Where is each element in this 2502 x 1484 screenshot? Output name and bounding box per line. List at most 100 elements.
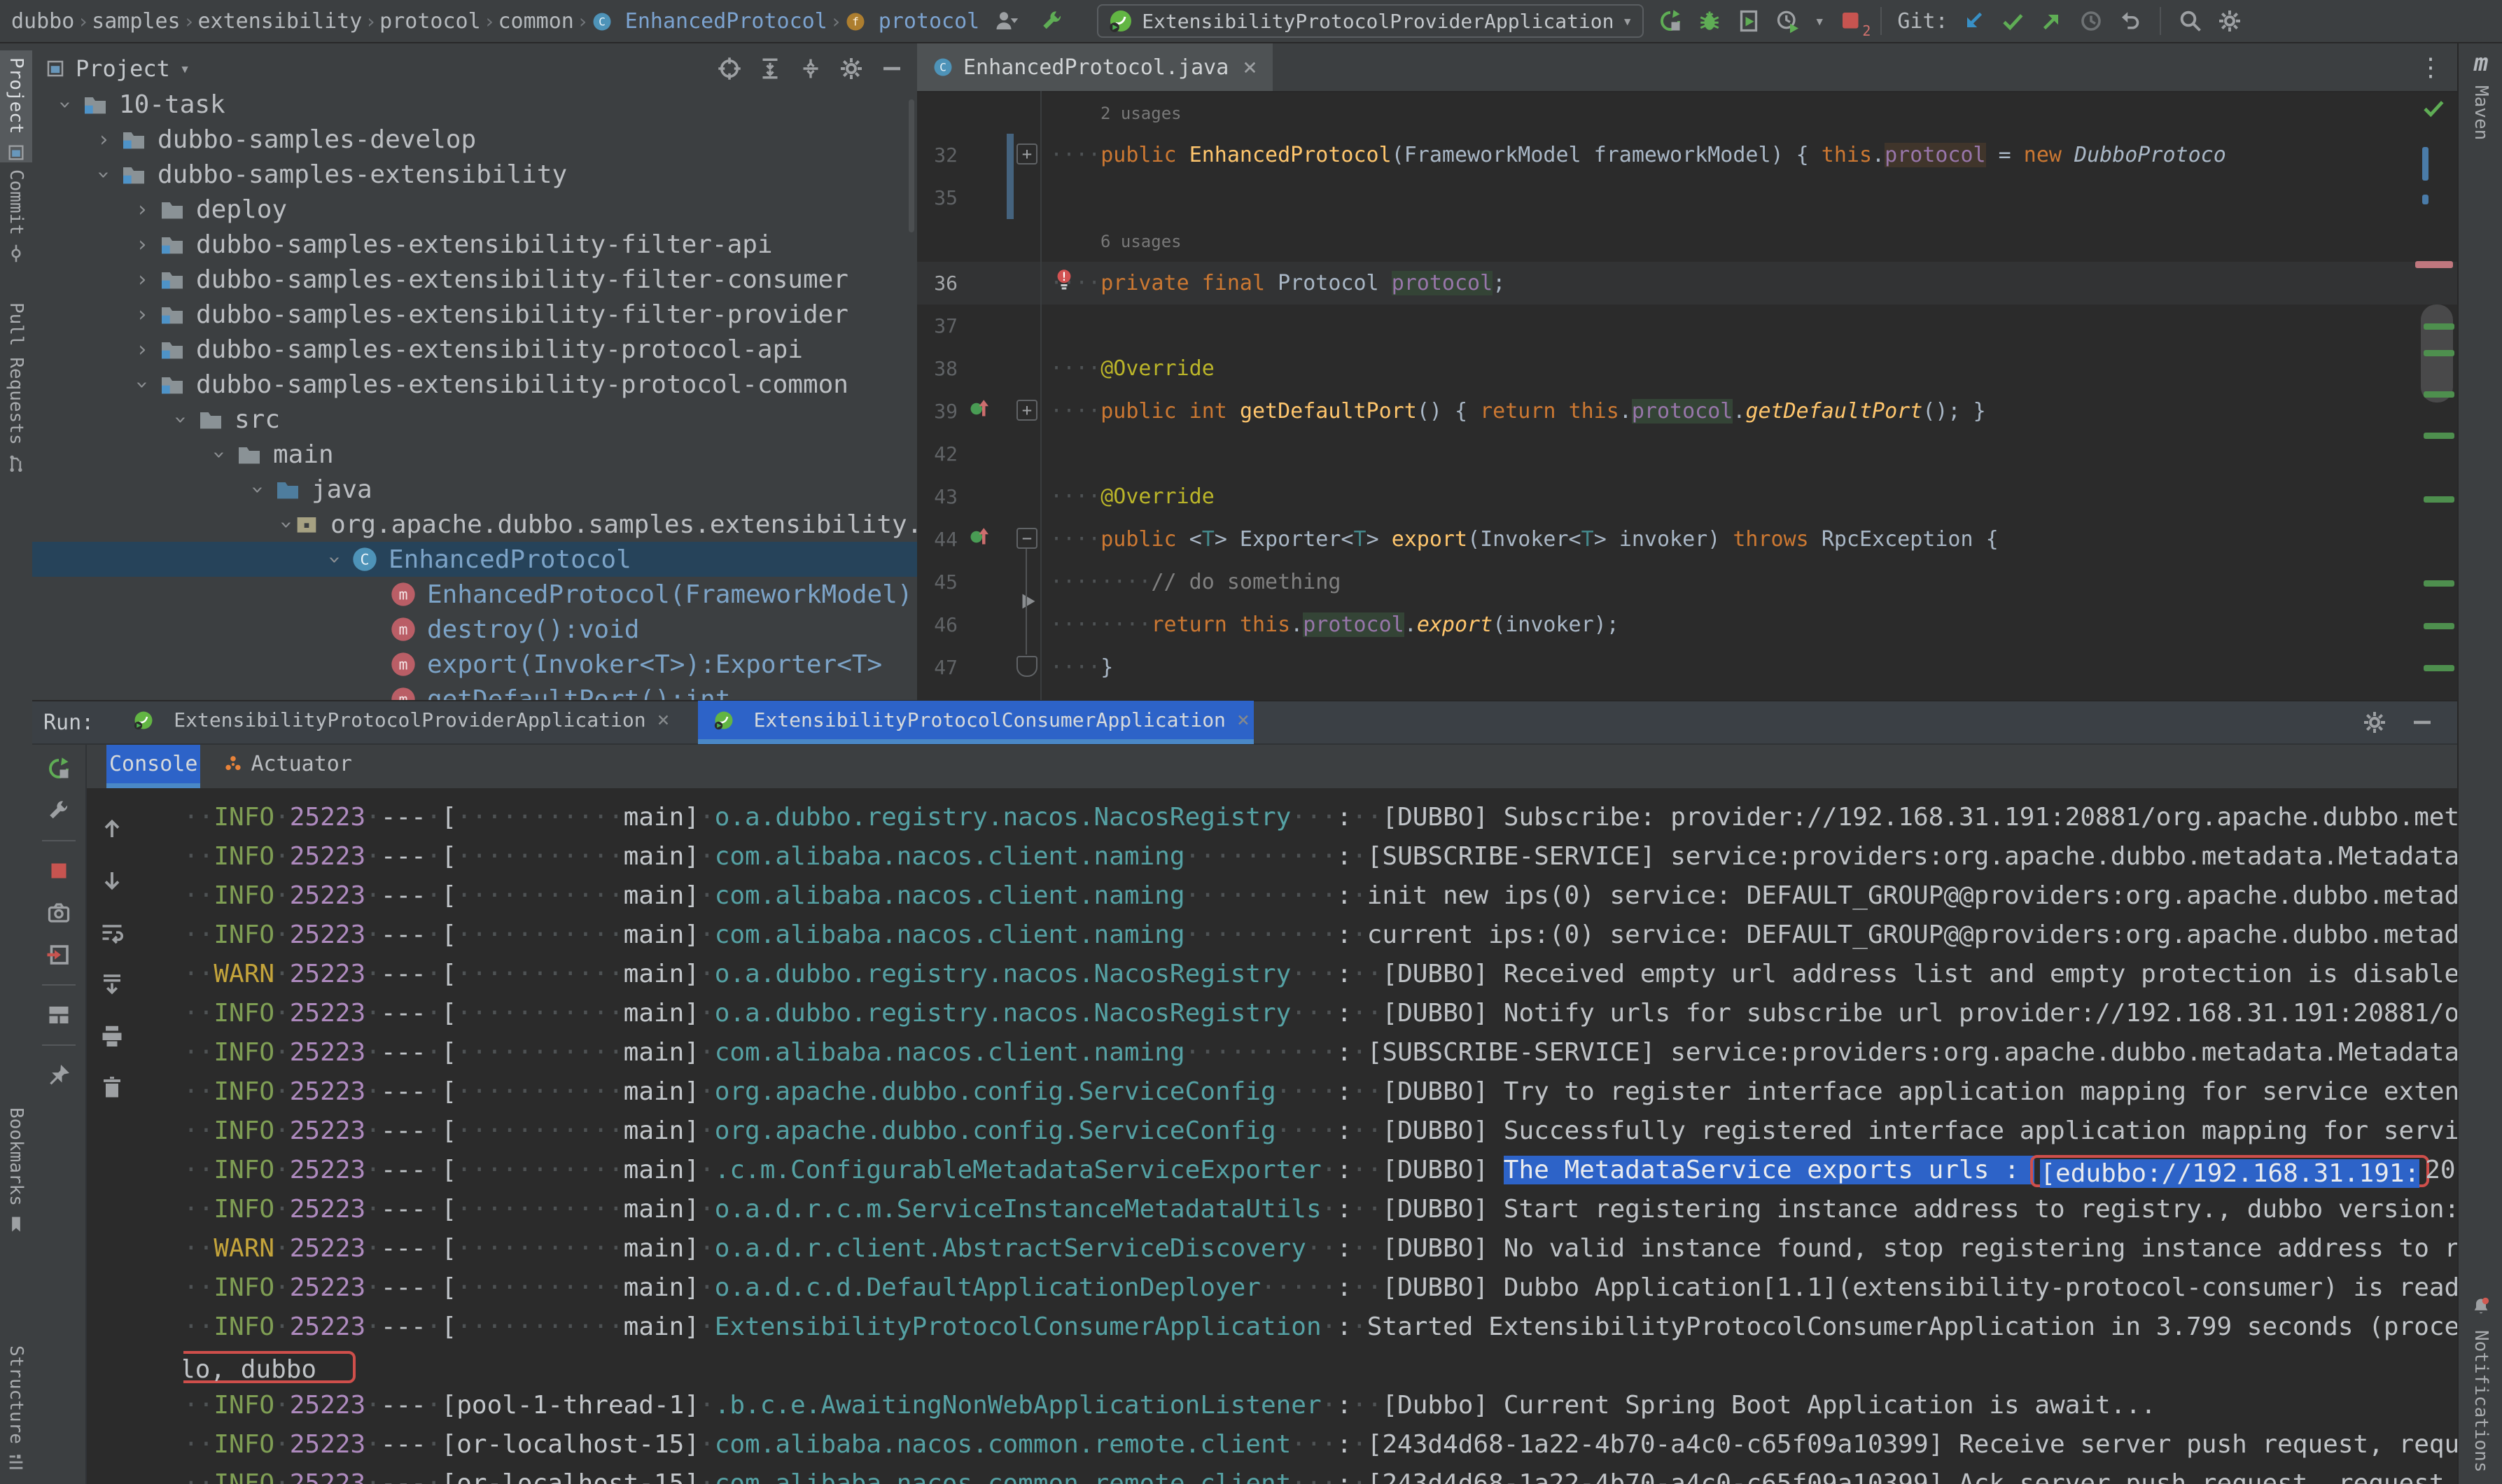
close-icon[interactable]: × [1243,53,1257,81]
tree-row[interactable]: › dubbo-samples-extensibility-protocol-ap… [32,332,917,367]
sidebar-item-maven[interactable]: m Maven [2459,49,2502,141]
tree-chevron-icon[interactable]: › [246,473,270,505]
run-tab[interactable]: ExtensibilityProtocolProviderApplication… [118,701,673,744]
fold-plus-icon[interactable]: + [1016,144,1037,164]
tree-chevron-icon[interactable]: › [126,232,158,257]
profiler-icon[interactable] [1775,8,1801,34]
console-output[interactable]: ··INFO·25223·---·[···········main]·o.a.d… [137,788,2457,1484]
tree-row[interactable]: › org.apache.dubbo.samples.extensibility.… [32,507,917,542]
editor-tab[interactable]: C EnhancedProtocol.java × [917,43,1273,91]
usages-inlay[interactable]: 6 usages [917,220,1182,263]
coverage-icon[interactable] [1736,8,1761,34]
tree-row[interactable]: m export(Invoker<T>):Exporter<T> [32,647,917,682]
run-configuration-selector[interactable]: ExtensibilityProtocolProviderApplication… [1097,4,1644,38]
fold-plus-icon[interactable]: + [1016,400,1037,421]
build-hammer-icon[interactable] [1040,8,1065,34]
pin-icon[interactable] [46,1063,71,1088]
tree-chevron-icon[interactable]: › [207,438,232,470]
tree-chevron-icon[interactable]: › [88,127,120,152]
tree-row[interactable]: › C EnhancedProtocol [32,542,917,577]
tree-chevron-icon[interactable]: › [92,158,116,190]
exit-icon[interactable] [46,942,71,967]
bulb-red-icon[interactable]: ! [1051,267,1077,293]
tree-chevron-icon[interactable]: › [53,88,78,120]
soft-wrap-icon[interactable] [99,920,125,945]
tree-chevron-icon[interactable]: › [126,302,158,327]
breadcrumb-item[interactable]: f protocol [845,9,979,34]
chevron-down-icon[interactable]: ▾ [180,59,190,78]
sidebar-item-bookmarks[interactable]: Bookmarks [0,1100,32,1234]
tree-row[interactable]: › dubbo-samples-extensibility [32,157,917,192]
git-update-icon[interactable] [1961,8,1986,34]
arrow-down-icon[interactable] [99,868,125,893]
sidebar-item-project[interactable]: Project [0,50,32,162]
layout-icon[interactable] [46,1002,71,1028]
override-icon[interactable] [967,394,993,419]
search-icon[interactable] [2178,8,2203,34]
collapse-all-icon[interactable] [798,56,823,81]
debug-icon[interactable] [1697,8,1722,34]
tree-row[interactable]: › dubbo-samples-develop [32,122,917,157]
tree-row[interactable]: › dubbo-samples-extensibility-filter-cons… [32,262,917,297]
wrench-icon[interactable] [46,798,71,823]
tree-chevron-icon[interactable]: › [126,197,158,222]
hide-icon[interactable] [879,56,904,81]
camera-icon[interactable] [46,900,71,925]
rollback-icon[interactable] [2118,8,2143,34]
fold-end-icon[interactable] [1016,656,1037,677]
git-push-icon[interactable] [2039,8,2064,34]
tree-chevron-icon[interactable]: › [126,267,158,292]
scroll-end-icon[interactable] [99,972,125,997]
tree-row[interactable]: › main [32,437,917,472]
tree-row[interactable]: m EnhancedProtocol(FrameworkModel) [32,577,917,612]
trash-icon[interactable] [99,1075,125,1100]
rerun-icon[interactable] [46,756,71,781]
tree-chevron-icon[interactable]: › [274,518,299,531]
breadcrumb-item[interactable]: dubbo [11,9,74,34]
expand-all-icon[interactable] [757,56,783,81]
project-tree-scrollbar[interactable] [909,99,914,232]
fold-minus-icon[interactable]: − [1016,528,1037,549]
tree-row[interactable]: › src [32,402,917,437]
chevron-down-icon[interactable]: ▾ [1815,11,1824,31]
close-icon[interactable]: × [657,708,670,732]
stop-icon[interactable] [1838,8,1864,34]
locate-icon[interactable] [717,56,742,81]
tree-row[interactable]: › 10-task [32,87,917,122]
sidebar-item-notifications[interactable]: Notifications [2459,1296,2502,1474]
tree-chevron-icon[interactable]: › [323,543,347,575]
tree-row[interactable]: m getDefaultPort():int [32,682,917,700]
breadcrumb-item[interactable]: samples [92,9,180,34]
tree-chevron-icon[interactable]: › [130,368,155,400]
tree-row[interactable]: › dubbo-samples-extensibility-filter-api [32,227,917,262]
printer-icon[interactable] [99,1023,125,1049]
tree-row[interactable]: › deploy [32,192,917,227]
hide-icon[interactable] [2410,710,2435,735]
inspections-ok-icon[interactable] [2421,95,2446,120]
more-icon[interactable]: ⋮ [2418,53,2457,82]
usages-inlay[interactable]: 2 usages [917,92,1182,135]
tree-chevron-icon[interactable]: › [169,403,193,435]
tree-chevron-icon[interactable]: › [126,337,158,362]
sidebar-item-pull-requests[interactable]: Pull Requests [0,295,32,473]
history-icon[interactable] [2078,8,2104,34]
git-commit-icon[interactable] [2000,8,2025,34]
settings-icon[interactable] [2217,8,2242,34]
tab-actuator[interactable]: Actuator [220,745,355,788]
rerun-icon[interactable] [1658,8,1683,34]
tab-console[interactable]: Console [106,745,201,788]
arrow-up-icon[interactable] [99,816,125,841]
settings-icon[interactable] [2362,710,2387,735]
breadcrumb-item[interactable]: C EnhancedProtocol [592,9,827,34]
sidebar-item-commit[interactable]: Commit [0,162,32,263]
code-area[interactable]: 2 usages 32 + ····public EnhancedProtocol(F… [917,91,2457,700]
tree-row[interactable]: m destroy():void [32,612,917,647]
close-icon[interactable]: × [1237,708,1250,732]
settings-icon[interactable] [839,56,864,81]
tree-row[interactable]: › dubbo-samples-extensibility-protocol-co… [32,367,917,402]
override-icon[interactable] [967,522,993,547]
tree-row[interactable]: › java [32,472,917,507]
stop-square-icon[interactable] [46,858,71,883]
user-menu-icon[interactable] [993,8,1019,34]
sidebar-item-structure[interactable]: Structure [0,1338,32,1472]
